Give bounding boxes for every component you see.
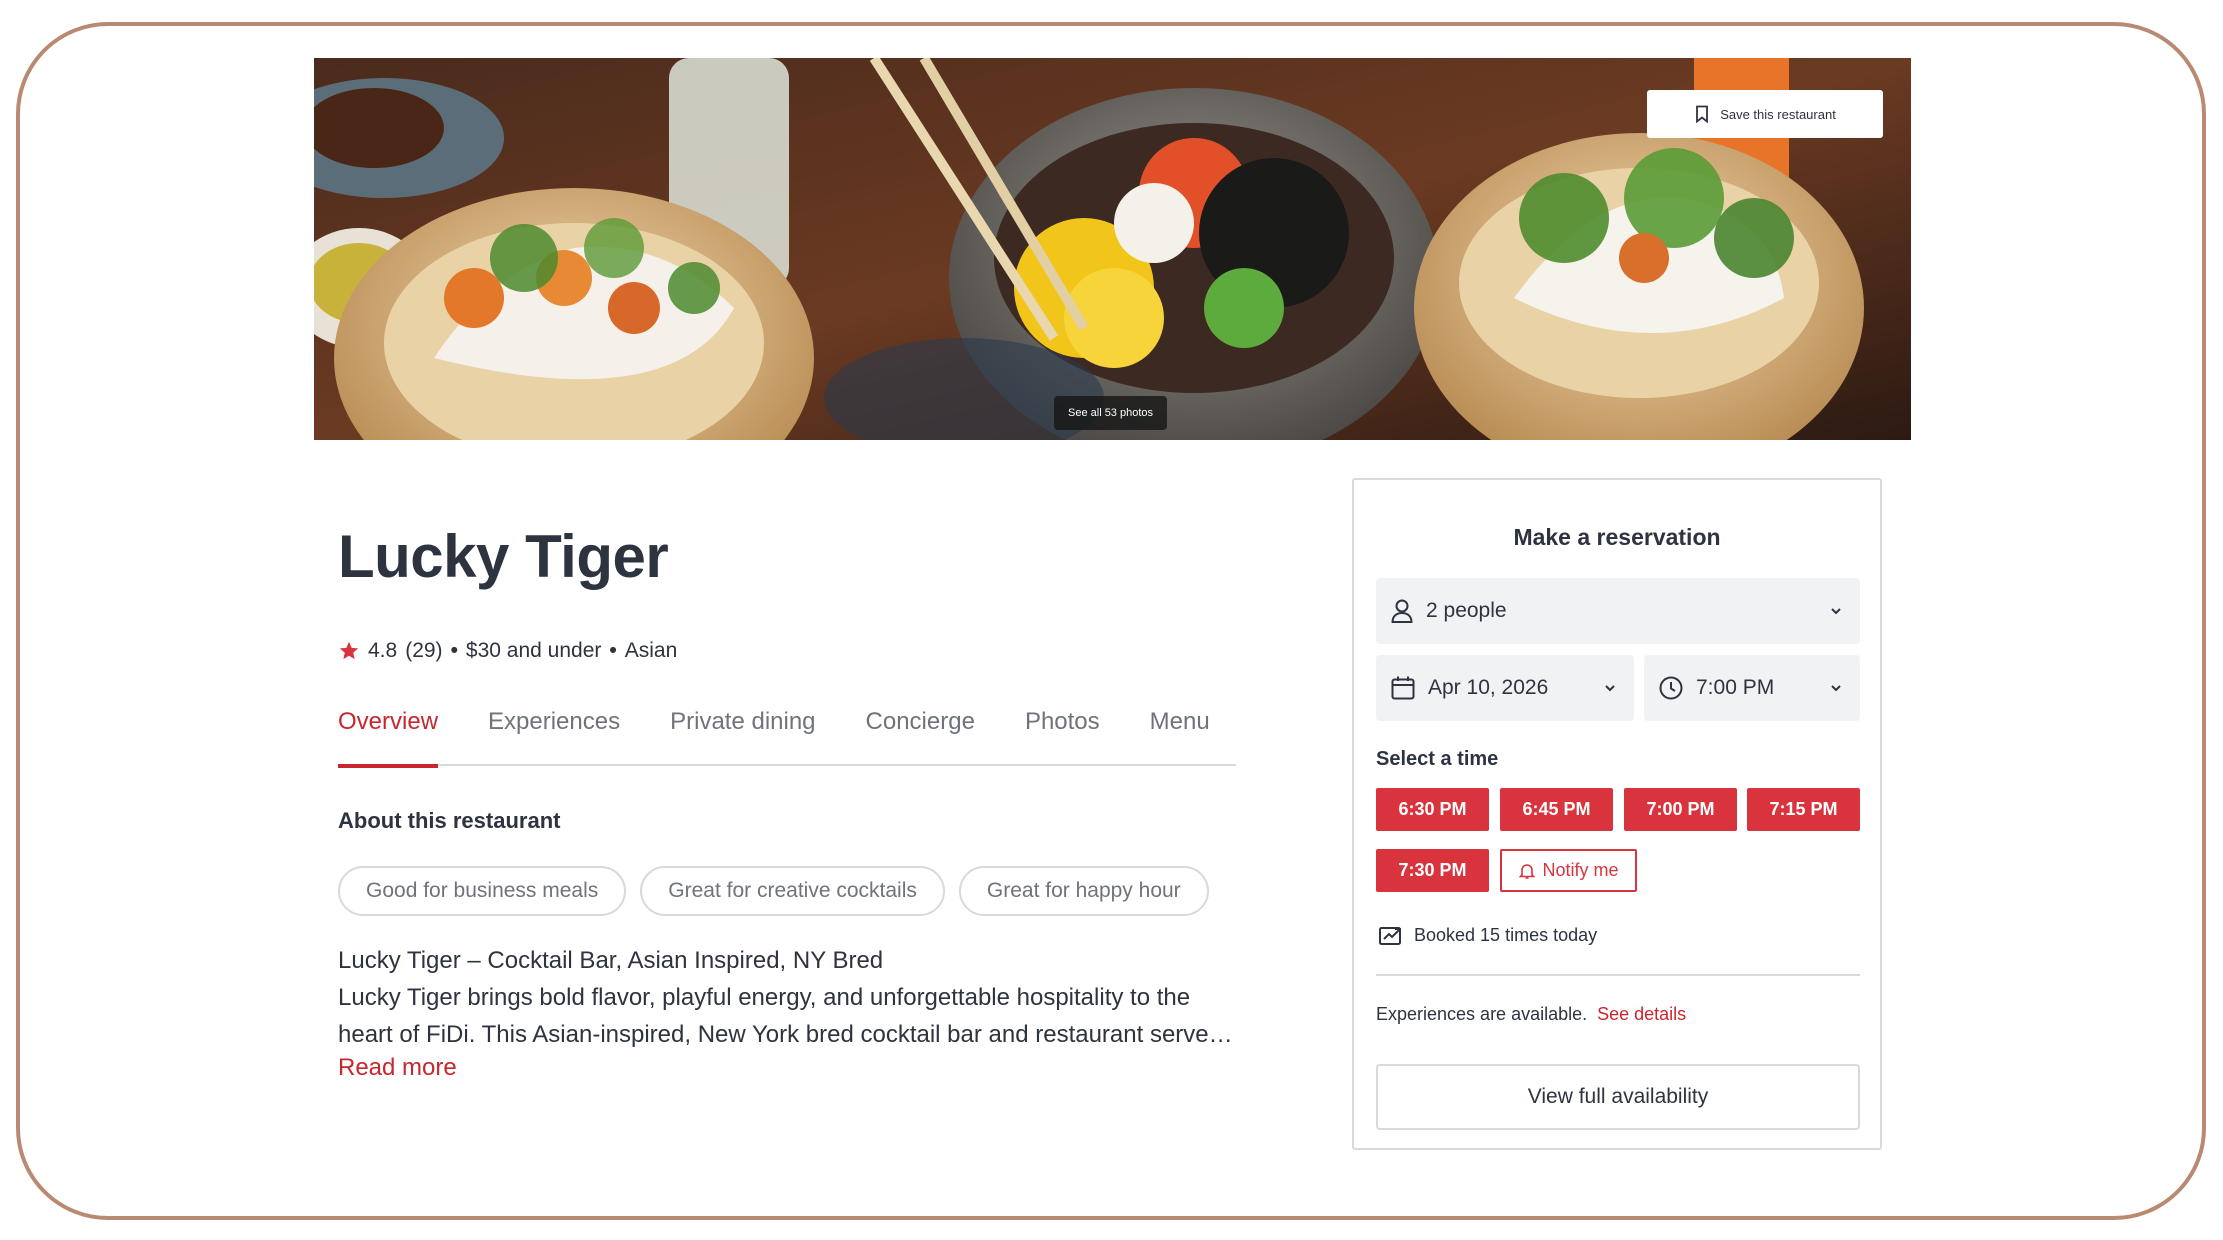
description-line: Lucky Tiger brings bold flavor, playful … bbox=[338, 984, 1191, 1011]
calendar-icon bbox=[1390, 675, 1416, 701]
bookmark-icon bbox=[1694, 105, 1710, 123]
separator-dot: • bbox=[450, 639, 458, 662]
see-details-link[interactable]: See details bbox=[1597, 1004, 1686, 1024]
restaurant-meta: 4.8 (29) • $30 and under • Asian bbox=[338, 636, 677, 666]
person-icon bbox=[1390, 598, 1414, 624]
restaurant-tabs: Overview Experiences Private dining Conc… bbox=[338, 700, 1236, 768]
tag-chip[interactable]: Great for creative cocktails bbox=[640, 866, 945, 916]
tab-private-dining[interactable]: Private dining bbox=[670, 700, 815, 766]
tab-menu[interactable]: Menu bbox=[1150, 700, 1210, 766]
rating-value: 4.8 bbox=[368, 639, 398, 662]
restaurant-name: Lucky Tiger bbox=[338, 523, 669, 590]
clock-icon bbox=[1658, 675, 1684, 701]
cuisine: Asian bbox=[624, 639, 678, 662]
tab-experiences[interactable]: Experiences bbox=[488, 700, 620, 766]
time-select[interactable]: 7:00 PM bbox=[1644, 655, 1860, 721]
select-time-label: Select a time bbox=[1376, 748, 1499, 770]
read-more-link[interactable]: Read more bbox=[338, 1054, 457, 1082]
restaurant-description: Lucky Tiger – Cocktail Bar, Asian Inspir… bbox=[338, 942, 1238, 1053]
description-line: heart of FiDi. This Asian-inspired, New … bbox=[338, 1021, 1233, 1048]
bell-icon bbox=[1518, 862, 1536, 880]
tab-photos[interactable]: Photos bbox=[1025, 700, 1100, 766]
notify-me-button[interactable]: Notify me bbox=[1500, 849, 1637, 892]
experiences-notice: Experiences are available. See details bbox=[1376, 1004, 1686, 1025]
tab-concierge[interactable]: Concierge bbox=[866, 700, 975, 766]
tag-chip[interactable]: Great for happy hour bbox=[958, 866, 1209, 916]
time-value: 7:00 PM bbox=[1696, 676, 1775, 699]
booked-count: Booked 15 times today bbox=[1378, 924, 1597, 946]
star-icon bbox=[338, 640, 360, 662]
see-all-photos-label: See all 53 photos bbox=[1068, 407, 1154, 419]
time-slot-button[interactable]: 7:30 PM bbox=[1376, 849, 1489, 892]
reservation-card: Make a reservation 2 people Apr 10, 2026… bbox=[1352, 478, 1882, 1150]
chevron-down-icon bbox=[1602, 680, 1618, 696]
date-value: Apr 10, 2026 bbox=[1428, 676, 1549, 699]
time-slot-button[interactable]: 6:45 PM bbox=[1500, 788, 1613, 831]
date-select[interactable]: Apr 10, 2026 bbox=[1376, 655, 1634, 721]
reservation-title: Make a reservation bbox=[1513, 524, 1721, 550]
view-full-availability-button[interactable]: View full availability bbox=[1376, 1064, 1860, 1130]
chevron-down-icon bbox=[1828, 680, 1844, 696]
restaurant-tags: Good for business meals Great for creati… bbox=[338, 866, 1209, 916]
tag-chip[interactable]: Good for business meals bbox=[338, 866, 627, 916]
time-slot-button[interactable]: 6:30 PM bbox=[1376, 788, 1489, 831]
hero-photo[interactable]: Save this restaurant See all 53 photos bbox=[314, 58, 1911, 440]
booked-text: Booked 15 times today bbox=[1414, 924, 1598, 945]
chevron-down-icon bbox=[1828, 603, 1844, 619]
party-size-value: 2 people bbox=[1426, 599, 1507, 622]
notify-me-label: Notify me bbox=[1542, 860, 1619, 880]
separator-dot: • bbox=[609, 639, 617, 662]
party-size-select[interactable]: 2 people bbox=[1376, 578, 1860, 644]
save-restaurant-button[interactable]: Save this restaurant bbox=[1647, 90, 1883, 138]
save-restaurant-label: Save this restaurant bbox=[1720, 106, 1836, 122]
trending-up-icon bbox=[1378, 924, 1404, 946]
price-range: $30 and under bbox=[465, 639, 602, 662]
see-all-photos-button[interactable]: See all 53 photos bbox=[1054, 396, 1168, 430]
experiences-text: Experiences are available. bbox=[1376, 1004, 1588, 1024]
time-slot-button[interactable]: 7:15 PM bbox=[1747, 788, 1860, 831]
tab-overview[interactable]: Overview bbox=[338, 700, 439, 768]
about-heading: About this restaurant bbox=[338, 808, 561, 833]
description-line: Lucky Tiger – Cocktail Bar, Asian Inspir… bbox=[338, 947, 884, 974]
time-slot-button[interactable]: 7:00 PM bbox=[1624, 788, 1737, 831]
review-count: (29) bbox=[405, 639, 443, 662]
view-full-availability-label: View full availability bbox=[1527, 1085, 1709, 1108]
divider bbox=[1376, 974, 1860, 976]
